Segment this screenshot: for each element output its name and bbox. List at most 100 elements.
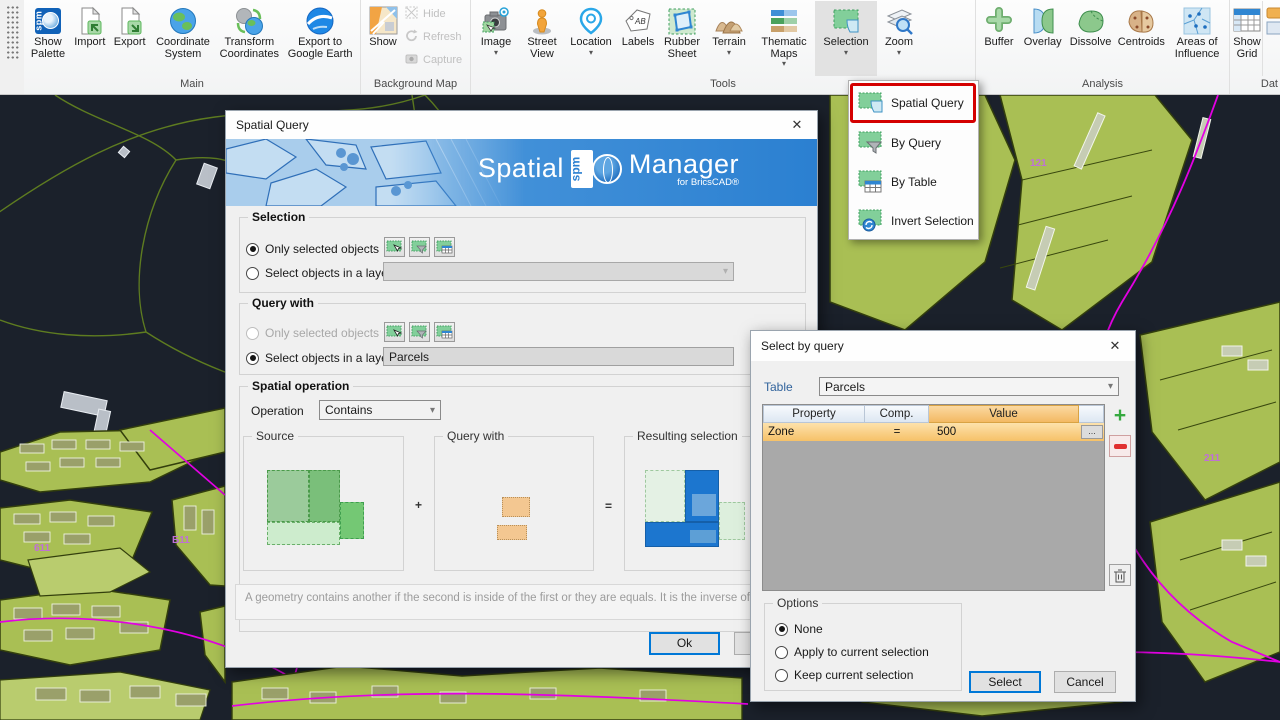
- radio-query-only-selected: Only selected objects: [246, 326, 379, 340]
- selection-layer-combo: ▾: [383, 262, 734, 281]
- chevron-down-icon: ▾: [494, 49, 498, 56]
- radio-only-selected-objects[interactable]: Only selected objects: [246, 242, 379, 256]
- show-grid-icon: [1232, 4, 1262, 37]
- chevron-down-icon: ▾: [897, 49, 901, 56]
- street-view-button[interactable]: Street View: [519, 1, 565, 76]
- cell-comparator[interactable]: =: [865, 423, 929, 441]
- query-table-button[interactable]: [434, 322, 455, 342]
- globe-icon: [592, 154, 622, 184]
- group-label-main: Main: [24, 77, 360, 94]
- show-grid-button[interactable]: Show Grid: [1232, 1, 1262, 76]
- query-pick-button[interactable]: [384, 322, 405, 342]
- cell-property[interactable]: Zone: [763, 423, 865, 441]
- operation-label: Operation: [251, 404, 304, 418]
- capture-button: Capture: [405, 52, 465, 68]
- operation-description: A geometry contains another if the secon…: [235, 584, 808, 620]
- remove-condition-button[interactable]: [1109, 435, 1131, 457]
- ribbon-group-main: spm Show Palette Import Export: [24, 0, 361, 94]
- query-grid-header: Property Comp. Value: [763, 405, 1104, 423]
- radio-apply-to-current[interactable]: Apply to current selection: [775, 645, 929, 659]
- select-by-query-titlebar[interactable]: Select by query ✕: [751, 331, 1135, 361]
- spatial-query-titlebar[interactable]: Spatial Query ✕: [226, 111, 817, 139]
- cell-value[interactable]: 500: [929, 423, 1079, 441]
- group-label-data: Dat: [1230, 77, 1280, 94]
- minus-icon: [1114, 444, 1127, 449]
- transform-coordinates-button[interactable]: Transform Coordinates: [216, 1, 282, 76]
- location-pin-icon: [576, 4, 606, 37]
- value-ellipsis-button[interactable]: ...: [1081, 425, 1103, 439]
- export-icon: [115, 4, 145, 37]
- radio-none[interactable]: None: [775, 622, 823, 636]
- show-palette-button[interactable]: spm Show Palette: [26, 1, 70, 76]
- select-button[interactable]: Select: [969, 671, 1041, 693]
- terrain-icon: [714, 4, 744, 37]
- show-map-icon: [369, 4, 398, 37]
- labels-button[interactable]: AB Labels: [617, 1, 659, 76]
- hide-button: Hide: [405, 6, 465, 22]
- coordinate-system-button[interactable]: Coordinate System: [150, 1, 217, 76]
- query-filter-button[interactable]: [409, 322, 430, 342]
- menu-item-by-table[interactable]: By Table: [853, 164, 975, 200]
- radio-icon: [246, 352, 259, 365]
- cancel-button[interactable]: Cancel: [1054, 671, 1116, 693]
- map-label-611: 611: [34, 543, 51, 554]
- table-icon: [436, 240, 453, 254]
- header-property: Property: [763, 405, 865, 423]
- chevron-down-icon: ▾: [844, 49, 848, 56]
- thematic-maps-button[interactable]: Thematic Maps ▾: [753, 1, 815, 76]
- close-icon[interactable]: ✕: [1106, 331, 1124, 359]
- menu-item-invert-selection[interactable]: Invert Selection: [853, 203, 975, 239]
- radio-icon: [775, 669, 788, 682]
- dissolve-button[interactable]: Dissolve: [1066, 1, 1116, 76]
- query-layer-combo[interactable]: Parcels: [383, 347, 734, 366]
- table-label: Table: [764, 380, 793, 394]
- options-groupbox: Options None Apply to current selection …: [764, 603, 962, 691]
- overlay-button[interactable]: Overlay: [1020, 1, 1066, 76]
- header-value: Value: [929, 405, 1079, 423]
- spatial-query-icon: [857, 90, 884, 117]
- export-button[interactable]: Export: [110, 1, 150, 76]
- terrain-button[interactable]: Terrain ▾: [705, 1, 753, 76]
- menu-item-spatial-query[interactable]: Spatial Query: [853, 85, 975, 121]
- table-combo[interactable]: Parcels ▾: [819, 377, 1119, 396]
- funnel-icon: [411, 325, 428, 339]
- select-by-query-title: Select by query: [761, 339, 844, 353]
- image-button[interactable]: Image ▾: [473, 1, 519, 76]
- capture-icon: [405, 52, 418, 68]
- close-icon[interactable]: ✕: [788, 111, 806, 139]
- svg-text:AB: AB: [634, 17, 646, 26]
- pick-objects-button[interactable]: [384, 237, 405, 257]
- radio-query-in-layer[interactable]: Select objects in a layer: [246, 351, 392, 365]
- table-objects-button[interactable]: [434, 237, 455, 257]
- pick-icon: [386, 325, 403, 339]
- selection-button[interactable]: Selection ▾: [815, 1, 877, 76]
- add-condition-button[interactable]: +: [1109, 405, 1131, 427]
- centroids-button[interactable]: Centroids: [1115, 1, 1167, 76]
- rubber-sheet-icon: [667, 4, 697, 37]
- menu-item-by-query[interactable]: By Query: [853, 125, 975, 161]
- chevron-down-icon: ▾: [430, 405, 435, 416]
- areas-of-influence-button[interactable]: Areas of Influence: [1167, 1, 1227, 76]
- ribbon-grip[interactable]: [0, 0, 24, 94]
- radio-icon: [246, 267, 259, 280]
- data-group-clipped: [1262, 1, 1280, 76]
- image-camera-icon: [481, 4, 511, 37]
- query-grid-row[interactable]: Zone = 500 ...: [763, 423, 1104, 441]
- import-button[interactable]: Import: [70, 1, 110, 76]
- clear-conditions-button[interactable]: [1109, 564, 1131, 586]
- filter-objects-button[interactable]: [409, 237, 430, 257]
- google-earth-icon: [305, 4, 335, 37]
- radio-keep-current[interactable]: Keep current selection: [775, 668, 913, 682]
- rubber-sheet-button[interactable]: Rubber Sheet: [659, 1, 705, 76]
- buffer-button[interactable]: Buffer: [978, 1, 1020, 76]
- ok-button[interactable]: Ok: [649, 632, 720, 655]
- location-button[interactable]: Location ▾: [565, 1, 617, 76]
- chevron-down-icon: ▾: [1108, 381, 1113, 392]
- hide-icon: [405, 6, 418, 22]
- export-google-earth-button[interactable]: Export to Google Earth: [282, 1, 358, 76]
- refresh-icon: [405, 29, 418, 45]
- show-background-button[interactable]: Show: [363, 1, 403, 76]
- operation-combo[interactable]: Contains ▾: [319, 400, 441, 420]
- radio-select-objects-in-layer[interactable]: Select objects in a layer: [246, 266, 392, 280]
- zoom-button[interactable]: Zoom ▾: [877, 1, 921, 76]
